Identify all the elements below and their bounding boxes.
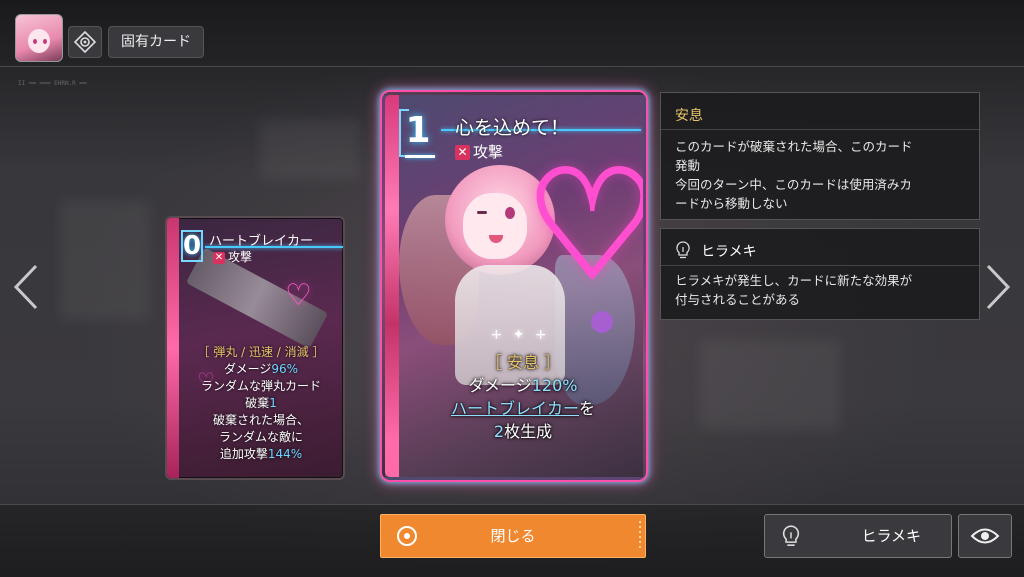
avatar-eye bbox=[33, 39, 37, 44]
background-shape bbox=[700, 340, 840, 430]
panel-body: このカードが破棄された場合、このカード 発動 今回のターン中、このカードは使用済… bbox=[675, 139, 913, 211]
card-title: 心を込めて！ bbox=[455, 117, 570, 139]
desc-line: 2枚生成 bbox=[405, 420, 641, 443]
desc-line: ランダムな敵に bbox=[218, 430, 303, 444]
card-title: ハートブレイカー bbox=[209, 234, 314, 249]
button-dots-decoration bbox=[639, 521, 641, 551]
card-keywords: ［ 安息 ］ bbox=[485, 353, 561, 372]
unique-card-tab[interactable]: 固有カード bbox=[108, 26, 204, 58]
avatar-eye bbox=[43, 39, 47, 44]
desc-text: ダメージ bbox=[468, 376, 532, 395]
desc-text: を bbox=[579, 399, 596, 418]
eye-icon bbox=[970, 528, 1000, 544]
decorative-code-text: II ━━ ━━━ EHRN.R ━━ bbox=[18, 80, 87, 87]
desc-text: 追加攻撃 bbox=[219, 447, 268, 461]
character-face bbox=[463, 193, 527, 259]
view-button[interactable] bbox=[958, 514, 1012, 558]
crosshair-icon bbox=[74, 31, 96, 53]
next-arrow-icon[interactable] bbox=[984, 262, 1014, 312]
card-type-label: 攻撃 bbox=[228, 250, 253, 264]
panel-title: 安息 bbox=[675, 108, 703, 124]
inspiration-button-label: ヒラメキ bbox=[861, 527, 921, 545]
card-type: ✕ 攻撃 bbox=[213, 248, 252, 265]
heart-icon: ♡ bbox=[523, 149, 643, 303]
character-avatar[interactable] bbox=[15, 14, 63, 62]
crossed-swords-icon: ✕ bbox=[455, 145, 470, 160]
panel-body: ヒラメキが発生し、カードに新たな効果が 付与されることがある bbox=[675, 273, 913, 307]
desc-text: ダメージ bbox=[223, 362, 272, 376]
character-eye bbox=[477, 211, 487, 214]
card-keywords: ［ 弾丸 / 迅速 / 消滅 ］ bbox=[197, 345, 325, 359]
heart-icon: ♡ bbox=[285, 278, 312, 313]
background-shape bbox=[260, 120, 360, 180]
close-button-label: 閉じる bbox=[490, 527, 536, 545]
desc-line: ランダムな弾丸カード bbox=[200, 379, 321, 393]
card-description: ［ 弾丸 / 迅速 / 消滅 ］ ダメージ96% ランダムな弾丸カード 破棄1 … bbox=[181, 344, 341, 463]
desc-line: 破棄された場合、 bbox=[212, 413, 309, 427]
close-button[interactable]: 閉じる bbox=[380, 514, 646, 558]
panel-title: ヒラメキ bbox=[701, 244, 757, 260]
lightbulb-icon bbox=[782, 525, 800, 546]
sparkle-icon: + ✦ + bbox=[490, 327, 550, 343]
card-cost: 0 bbox=[181, 230, 203, 262]
card-type: ✕ 攻撃 bbox=[455, 141, 503, 162]
card-link[interactable]: ハートブレイカー bbox=[451, 399, 579, 418]
panel-divider bbox=[661, 129, 979, 130]
card-heart-breaker[interactable]: ♡ ♡ 0 ハートブレイカー ✕ 攻撃 ［ 弾丸 / 迅速 / 消滅 ］ ダメージ… bbox=[165, 216, 345, 480]
crossed-swords-icon: ✕ bbox=[213, 251, 225, 264]
character-eye bbox=[505, 207, 515, 219]
inspiration-button[interactable]: ヒラメキ bbox=[764, 514, 952, 558]
card-edge-strip bbox=[167, 218, 179, 478]
desc-line: ダメージ96% bbox=[181, 361, 341, 378]
top-bar: 固有カード bbox=[0, 0, 1024, 67]
desc-value: 96% bbox=[271, 362, 299, 376]
desc-line: 追加攻撃144% bbox=[181, 446, 341, 463]
desc-text: 破棄 bbox=[245, 396, 270, 410]
card-type-label: 攻撃 bbox=[473, 143, 504, 161]
desc-value: 120% bbox=[531, 376, 578, 395]
desc-text: 枚生成 bbox=[504, 422, 553, 441]
desc-line: ハートブレイカーを bbox=[405, 397, 641, 420]
card-edge-strip bbox=[385, 95, 399, 477]
background-shape bbox=[60, 200, 150, 320]
panel-divider bbox=[661, 265, 979, 266]
cost-underline bbox=[405, 155, 435, 158]
desc-value: 144% bbox=[267, 447, 303, 461]
desc-value: 1 bbox=[269, 396, 277, 410]
card-with-all-my-heart[interactable]: ♡ 1 心を込めて！ ✕攻撃 + ✦ + ［ 安息 ］ ダメージ120% ハート… bbox=[382, 92, 646, 480]
lightbulb-icon bbox=[676, 241, 690, 259]
bubble-decoration bbox=[591, 311, 613, 333]
focus-target-button[interactable] bbox=[68, 26, 102, 58]
desc-line: ダメージ120% bbox=[405, 374, 641, 397]
desc-line: 破棄1 bbox=[181, 395, 341, 412]
card-description: ［ 安息 ］ ダメージ120% ハートブレイカーを 2枚生成 bbox=[405, 351, 641, 443]
keyword-info-panel-inspiration: ヒラメキ ヒラメキが発生し、カードに新たな効果が 付与されることがある bbox=[660, 228, 980, 320]
card-cost: 1 bbox=[405, 110, 431, 151]
desc-value: 2 bbox=[493, 422, 505, 441]
previous-arrow-icon[interactable] bbox=[10, 262, 40, 312]
keyword-info-panel-rest: 安息 このカードが破棄された場合、このカード 発動 今回のターン中、このカードは… bbox=[660, 92, 980, 220]
